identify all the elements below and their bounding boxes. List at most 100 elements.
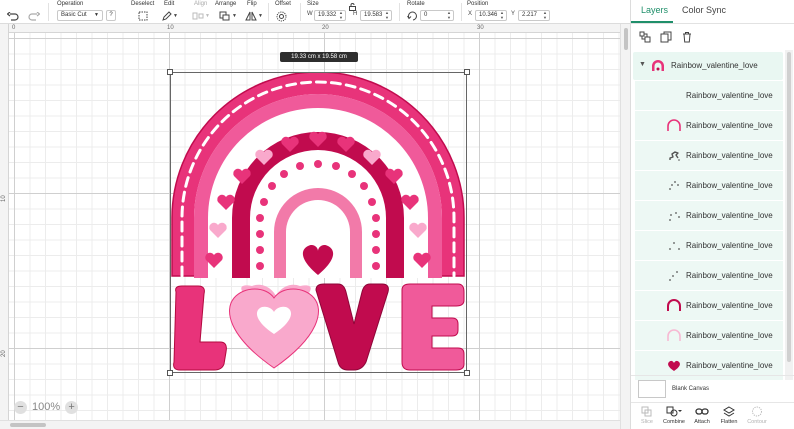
panel-scrollbar[interactable] bbox=[785, 50, 793, 380]
chevron-down-icon: ▼ bbox=[205, 13, 210, 19]
position-y-letter: Y bbox=[511, 11, 516, 17]
deselect-label: Deselect bbox=[131, 1, 155, 7]
ruler-tick-label: 20 bbox=[322, 25, 329, 31]
blank-icon bbox=[667, 89, 681, 102]
layer-row[interactable]: Rainbow_valentine_love bbox=[635, 261, 783, 290]
layer-row[interactable]: Rainbow_valentine_love bbox=[635, 356, 783, 375]
rotate-input[interactable]: 0 ▲ ▼ bbox=[420, 10, 454, 21]
delete-icon[interactable] bbox=[681, 30, 693, 43]
dots-icon bbox=[669, 181, 679, 190]
active-tab-indicator bbox=[631, 21, 673, 23]
edit-pen-icon[interactable]: ▼ bbox=[162, 11, 178, 21]
redo-icon[interactable] bbox=[28, 11, 40, 21]
layer-row[interactable]: Rainbow_valentine_love bbox=[635, 321, 783, 350]
resize-handle[interactable] bbox=[167, 69, 173, 75]
arrange-icon[interactable]: ▼ bbox=[219, 11, 237, 21]
stepper-icon[interactable]: ▲ ▼ bbox=[500, 11, 504, 20]
scrollbar-thumb[interactable] bbox=[10, 423, 46, 427]
scrollbar-thumb[interactable] bbox=[624, 28, 628, 50]
arch-icon bbox=[667, 329, 681, 341]
arrange-label: Arrange bbox=[215, 1, 237, 7]
layer-actions bbox=[639, 30, 693, 43]
tab-color-sync[interactable]: Color Sync bbox=[682, 5, 726, 15]
toolbar-divider bbox=[461, 3, 462, 21]
zoom-out-button[interactable]: − bbox=[14, 400, 27, 414]
width-input[interactable]: 19.332 ▲ ▼ bbox=[314, 10, 346, 21]
position-x-letter: X bbox=[468, 11, 473, 17]
position-x-input[interactable]: 10.346 ▲ ▼ bbox=[475, 10, 507, 21]
toolbar-divider bbox=[399, 3, 400, 21]
resize-handle[interactable] bbox=[464, 370, 470, 376]
align-label: Align bbox=[194, 1, 208, 7]
duplicate-icon[interactable] bbox=[660, 30, 672, 43]
combine-label: Combine bbox=[662, 419, 685, 425]
design-canvas[interactable]: 0 10 20 30 10 20 19.33 cm x 19.58 cm − 1… bbox=[0, 24, 620, 429]
contour-button[interactable]: Contour bbox=[743, 405, 771, 425]
group-icon[interactable] bbox=[639, 30, 651, 43]
panel-tabs: Layers Color Sync bbox=[631, 0, 794, 24]
scrollbar-thumb[interactable] bbox=[787, 52, 791, 362]
toolbar-divider bbox=[300, 3, 301, 21]
ruler-tick-label: 10 bbox=[167, 25, 174, 31]
stepper-icon[interactable]: ▲ ▼ bbox=[447, 11, 451, 20]
layer-row[interactable]: Rainbow_valentine_love bbox=[635, 111, 783, 140]
position-y-input[interactable]: 2.217 ▲ ▼ bbox=[518, 10, 550, 21]
layer-row[interactable]: Rainbow_valentine_love bbox=[635, 171, 783, 200]
flip-icon[interactable]: ▼ bbox=[245, 11, 263, 21]
chevron-down-icon: ▼ bbox=[258, 13, 263, 19]
zoom-control: − 100% + bbox=[14, 398, 79, 416]
flip-label: Flip bbox=[247, 1, 257, 7]
layer-row[interactable]: Rainbow_valentine_love bbox=[635, 141, 783, 170]
offset-icon[interactable] bbox=[276, 11, 287, 21]
contour-label: Contour bbox=[747, 419, 767, 425]
ruler-tick-label: 0 bbox=[12, 25, 16, 31]
undo-icon[interactable] bbox=[7, 11, 19, 21]
width-letter: W bbox=[307, 11, 313, 17]
height-value: 19.583 bbox=[364, 12, 383, 18]
dimension-tooltip: 19.33 cm x 19.58 cm bbox=[280, 52, 358, 62]
horizontal-scrollbar[interactable] bbox=[0, 420, 620, 429]
height-input[interactable]: 19.583 ▲ ▼ bbox=[360, 10, 392, 21]
height-letter: H bbox=[353, 11, 358, 17]
layer-list: ▼ Rainbow_valentine_love Rainbow_valenti… bbox=[631, 50, 783, 382]
layer-row[interactable]: Rainbow_valentine_love bbox=[635, 201, 783, 230]
stepper-icon[interactable]: ▲ ▼ bbox=[385, 11, 389, 20]
blank-canvas-row[interactable]: Blank Canvas bbox=[631, 375, 794, 401]
stepper-icon[interactable]: ▲ ▼ bbox=[543, 11, 547, 20]
vertical-scrollbar[interactable] bbox=[620, 24, 630, 429]
layer-name: Rainbow_valentine_love bbox=[686, 361, 773, 370]
position-y-value: 2.217 bbox=[522, 12, 538, 18]
tab-layers[interactable]: Layers bbox=[641, 5, 668, 15]
deselect-icon[interactable] bbox=[138, 11, 148, 21]
operation-select[interactable]: Basic Cut ▼ bbox=[57, 10, 103, 21]
layer-row[interactable]: Rainbow_valentine_love bbox=[635, 291, 783, 320]
zoom-in-button[interactable]: + bbox=[65, 400, 79, 414]
layer-row[interactable]: Rainbow_valentine_love bbox=[635, 231, 783, 260]
blank-canvas-swatch[interactable] bbox=[638, 380, 666, 398]
toolbar-divider bbox=[268, 3, 269, 21]
rotate-value: 0 bbox=[424, 12, 428, 18]
dots-icon bbox=[669, 212, 680, 221]
operation-help-button[interactable]: ? bbox=[106, 10, 116, 21]
group-thumbnail-icon bbox=[652, 60, 664, 71]
layer-row[interactable]: Rainbow_valentine_love bbox=[635, 81, 783, 110]
layer-group-row[interactable]: ▼ Rainbow_valentine_love bbox=[633, 52, 783, 80]
chevron-down-icon[interactable]: ▼ bbox=[639, 61, 646, 68]
contour-icon bbox=[752, 406, 762, 416]
toolbar-divider bbox=[48, 3, 49, 21]
attach-button[interactable]: Attach bbox=[688, 405, 716, 425]
stepper-icon[interactable]: ▲ ▼ bbox=[339, 11, 343, 20]
attach-label: Attach bbox=[694, 419, 710, 425]
size-label: Size bbox=[307, 1, 319, 7]
chevron-down-icon: ▼ bbox=[94, 12, 99, 18]
slice-button[interactable]: Slice bbox=[633, 405, 661, 425]
layer-name: Rainbow_valentine_love bbox=[686, 331, 773, 340]
resize-handle[interactable] bbox=[464, 69, 470, 75]
vertical-ruler: 10 20 bbox=[0, 24, 9, 429]
attach-icon bbox=[695, 407, 709, 415]
layer-name: Rainbow_valentine_love bbox=[686, 181, 773, 190]
flatten-button[interactable]: Flatten bbox=[715, 405, 743, 425]
operation-label: Operation bbox=[57, 1, 84, 7]
resize-handle[interactable] bbox=[167, 370, 173, 376]
combine-button[interactable]: Combine bbox=[660, 405, 688, 425]
